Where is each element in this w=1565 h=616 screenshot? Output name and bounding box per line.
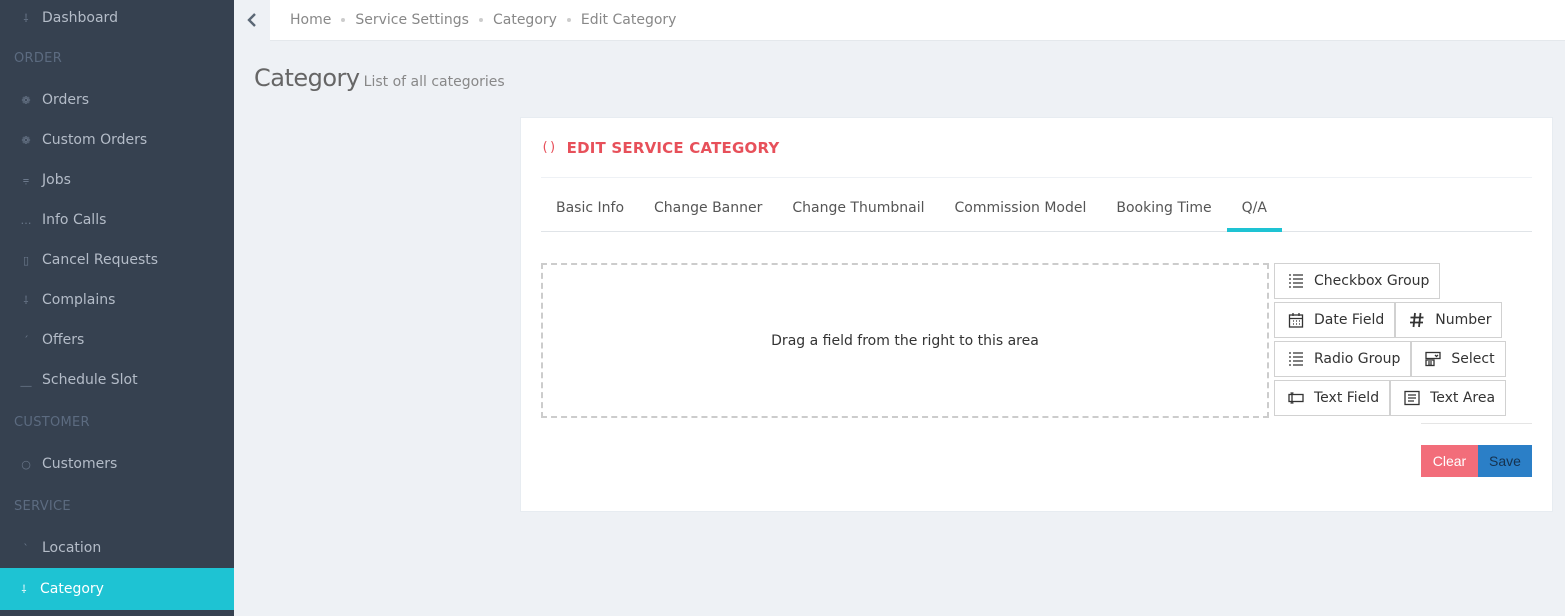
field-row: Checkbox Group (1274, 263, 1506, 299)
breadcrumb-service-settings[interactable]: Service Settings (355, 12, 469, 28)
offers-icon: ˊ (23, 333, 29, 347)
tab-basic-info[interactable]: Basic Info (541, 192, 639, 232)
sidebar-item-label: Custom Orders (42, 132, 148, 148)
sidebar-toggle-button[interactable] (234, 0, 270, 41)
customers-icon: ○ (21, 457, 31, 471)
field-button-label: Date Field (1314, 312, 1385, 328)
sidebar-item-label: Dashboard (42, 10, 118, 26)
tab-change-thumbnail[interactable]: Change Thumbnail (777, 192, 939, 232)
sidebar-item-label: Category (40, 581, 104, 597)
sidebar-item-custom-orders[interactable]: ❁ Custom Orders (0, 120, 234, 160)
sidebar-section-service: SERVICE (14, 498, 71, 514)
text-area-icon (1403, 389, 1421, 407)
field-button-label: Text Field (1314, 390, 1380, 406)
checkbox-group-icon (1287, 272, 1305, 290)
hash-icon (1408, 311, 1426, 329)
sidebar-item-label: Schedule Slot (42, 372, 138, 388)
jobs-icon: ⩦ (22, 173, 30, 186)
text-field-button[interactable]: Text Field (1274, 380, 1391, 416)
sidebar-item-cancel-requests[interactable]: ▯ Cancel Requests (0, 240, 234, 280)
sidebar-item-offers[interactable]: ˊ Offers (0, 320, 234, 360)
field-button-label: Checkbox Group (1314, 273, 1430, 289)
sidebar-item-label: Info Calls (42, 212, 107, 228)
sidebar-item-info-calls[interactable]: … Info Calls (0, 200, 234, 240)
sidebar-item-schedule-slot[interactable]: __ Schedule Slot (0, 360, 234, 400)
breadcrumb-category[interactable]: Category (493, 12, 557, 28)
tab-commission-model[interactable]: Commission Model (939, 192, 1101, 232)
sidebar-item-orders[interactable]: ❁ Orders (0, 80, 234, 120)
top-bar: Home Service Settings Category Edit Cate… (234, 0, 1565, 41)
sidebar-item-label: Customers (42, 456, 118, 472)
schedule-slot-icon: __ (20, 373, 32, 387)
radio-group-icon (1287, 350, 1305, 368)
actions-divider (1421, 423, 1532, 424)
sidebar-item-location[interactable]: ˋ Location (0, 528, 234, 568)
page-title: Category List of all categories (254, 64, 505, 92)
panel-header: () EDIT SERVICE CATEGORY (541, 118, 1532, 178)
sidebar-item-label: Cancel Requests (42, 252, 159, 268)
breadcrumb-edit-category: Edit Category (580, 12, 677, 28)
sidebar-item-category[interactable]: ⸸ Category (0, 568, 234, 610)
page-subtitle: List of all categories (363, 74, 505, 90)
complains-icon: ⸸ (23, 293, 29, 307)
radio-group-field-button[interactable]: Radio Group (1274, 341, 1412, 377)
panel-title: EDIT SERVICE CATEGORY (566, 138, 780, 157)
sidebar-item-customers[interactable]: ○ Customers (0, 444, 234, 484)
tab-qa[interactable]: Q/A (1226, 192, 1282, 232)
checkbox-group-field-button[interactable]: Checkbox Group (1274, 263, 1441, 299)
sidebar-item-label: Offers (42, 332, 85, 348)
field-button-label: Select (1451, 351, 1495, 367)
text-area-field-button[interactable]: Text Area (1390, 380, 1507, 416)
orders-icon: ❁ (21, 93, 31, 107)
field-palette: Checkbox Group Date Field Number Radio G… (1274, 263, 1507, 419)
field-button-label: Number (1435, 312, 1492, 328)
breadcrumb-home[interactable]: Home (290, 12, 331, 28)
sidebar-item-label: Complains (42, 292, 116, 308)
sidebar-item-jobs[interactable]: ⩦ Jobs (0, 160, 234, 200)
sidebar-item-label: Location (42, 540, 102, 556)
field-row: Text Field Text Area (1274, 380, 1507, 416)
sidebar: ⸸ Dashboard ORDER ❁ Orders ❁ Custom Orde… (0, 0, 234, 616)
form-builder-dropzone[interactable]: Drag a field from the right to this area (541, 263, 1269, 418)
chevron-left-icon (247, 13, 256, 27)
field-button-label: Text Area (1430, 390, 1496, 406)
info-calls-icon: … (20, 213, 32, 227)
dropzone-text: Drag a field from the right to this area (771, 332, 1039, 349)
date-field-button[interactable]: Date Field (1274, 302, 1396, 338)
breadcrumb-separator (478, 18, 483, 22)
category-icon: ⸸ (21, 582, 27, 596)
field-button-label: Radio Group (1314, 351, 1401, 367)
text-field-icon (1287, 389, 1305, 407)
cancel-requests-icon: ▯ (22, 253, 30, 267)
sidebar-item-dashboard[interactable]: ⸸ Dashboard (0, 0, 234, 36)
select-icon (1424, 350, 1442, 368)
select-field-button[interactable]: Select (1411, 341, 1506, 377)
field-row: Date Field Number (1274, 302, 1506, 338)
sidebar-item-complains[interactable]: ⸸ Complains (0, 280, 234, 320)
tab-booking-time[interactable]: Booking Time (1101, 192, 1226, 232)
location-icon: ˋ (23, 541, 29, 555)
breadcrumb-separator (566, 18, 571, 22)
breadcrumb-separator (341, 18, 346, 22)
clear-button[interactable]: Clear (1421, 445, 1478, 477)
tab-change-banner[interactable]: Change Banner (639, 192, 777, 232)
save-button[interactable]: Save (1478, 445, 1532, 477)
field-row: Radio Group Select (1274, 341, 1506, 377)
edit-category-panel: () EDIT SERVICE CATEGORY Basic Info Chan… (520, 117, 1553, 512)
tab-bar: Basic Info Change Banner Change Thumbnai… (541, 192, 1532, 232)
breadcrumb: Home Service Settings Category Edit Cate… (290, 12, 676, 28)
calendar-icon (1287, 311, 1305, 329)
sidebar-section-customer: CUSTOMER (14, 414, 90, 430)
page-title-text: Category (254, 64, 360, 92)
panel-title-icon: () (541, 140, 557, 155)
number-field-button[interactable]: Number (1395, 302, 1503, 338)
dashboard-icon: ⸸ (23, 11, 29, 25)
custom-orders-icon: ❁ (21, 133, 31, 147)
sidebar-section-order: ORDER (14, 50, 63, 66)
sidebar-item-label: Jobs (42, 172, 71, 188)
sidebar-item-label: Orders (42, 92, 90, 108)
